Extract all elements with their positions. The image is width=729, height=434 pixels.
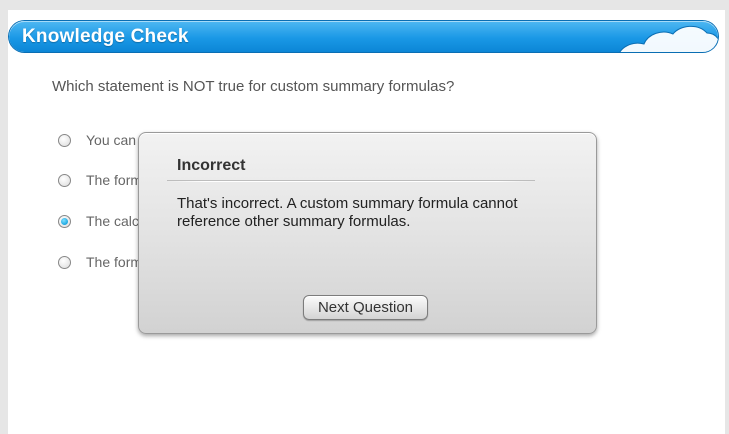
feedback-dialog: Incorrect That's incorrect. A custom sum… <box>138 132 597 334</box>
radio-button-icon[interactable] <box>58 173 71 187</box>
answer-option-1[interactable]: You can <box>58 130 136 150</box>
answer-option-4[interactable]: The form <box>58 252 142 272</box>
radio-button-selected-icon[interactable] <box>58 214 71 228</box>
feedback-title: Incorrect <box>177 157 246 174</box>
feedback-message: That's incorrect. A custom summary formu… <box>177 195 518 230</box>
answer-option-2[interactable]: The form <box>58 170 142 190</box>
radio-button-icon[interactable] <box>58 255 71 269</box>
answer-option-label: The calc <box>86 213 139 229</box>
header-bar: Knowledge Check <box>9 21 718 52</box>
cloud-icon <box>619 25 718 52</box>
question-text: Which statement is NOT true for custom s… <box>52 78 455 95</box>
answer-option-label: You can <box>86 132 137 148</box>
answer-option-label: The form <box>86 172 143 188</box>
page-title: Knowledge Check <box>22 26 189 47</box>
divider <box>167 181 535 182</box>
answer-option-label: The form <box>86 254 143 270</box>
next-question-button[interactable]: Next Question <box>303 295 428 320</box>
answer-option-3[interactable]: The calc <box>58 211 139 231</box>
radio-button-icon[interactable] <box>58 133 71 147</box>
